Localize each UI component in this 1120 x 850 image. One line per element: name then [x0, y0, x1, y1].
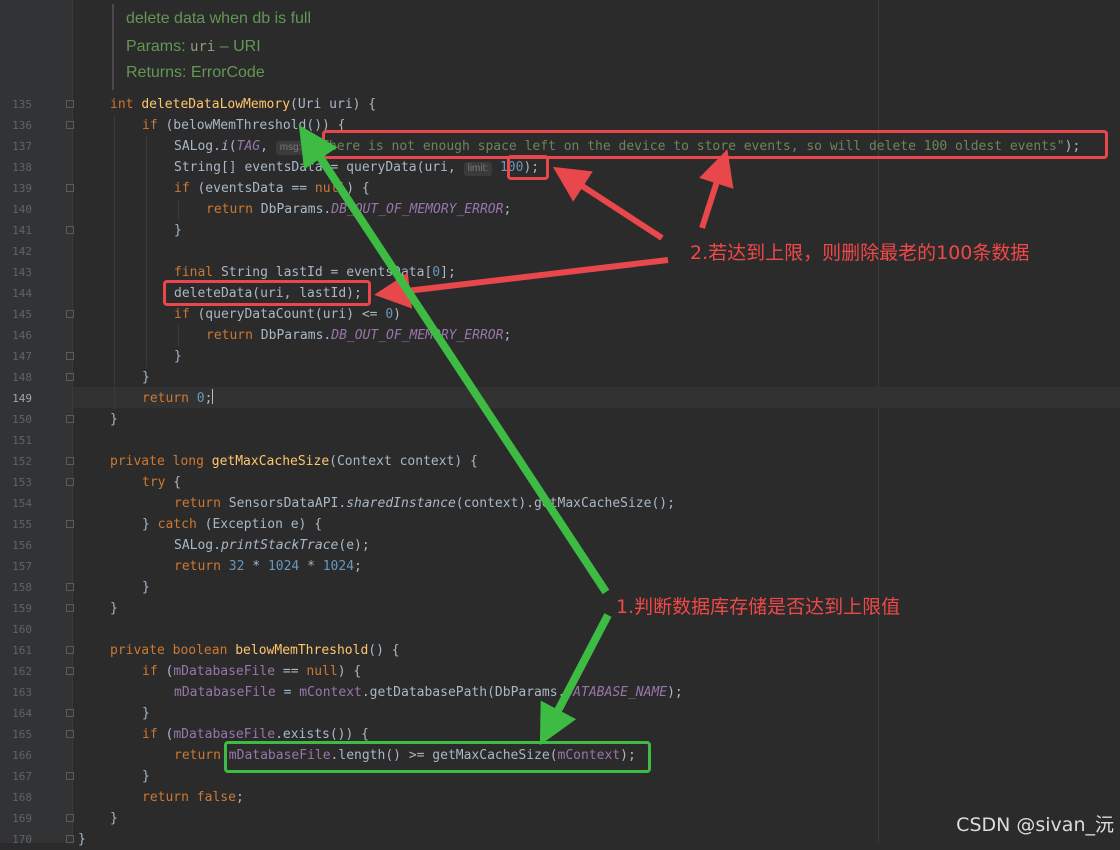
annotation-arrows	[298, 124, 734, 746]
arrow-to-log-message	[699, 149, 734, 229]
arrow-to-threshold-call	[298, 124, 610, 595]
arrow-to-delete-data	[374, 257, 669, 309]
annotation-step-1: 1.判断数据库存储是否达到上限值	[616, 596, 901, 618]
annotation-step-2: 2.若达到上限，则删除最老的100条数据	[690, 242, 1030, 264]
watermark: CSDN @sivan_沅	[956, 814, 1114, 836]
arrow-to-threshold-check	[539, 613, 612, 746]
arrow-to-limit	[552, 166, 664, 241]
